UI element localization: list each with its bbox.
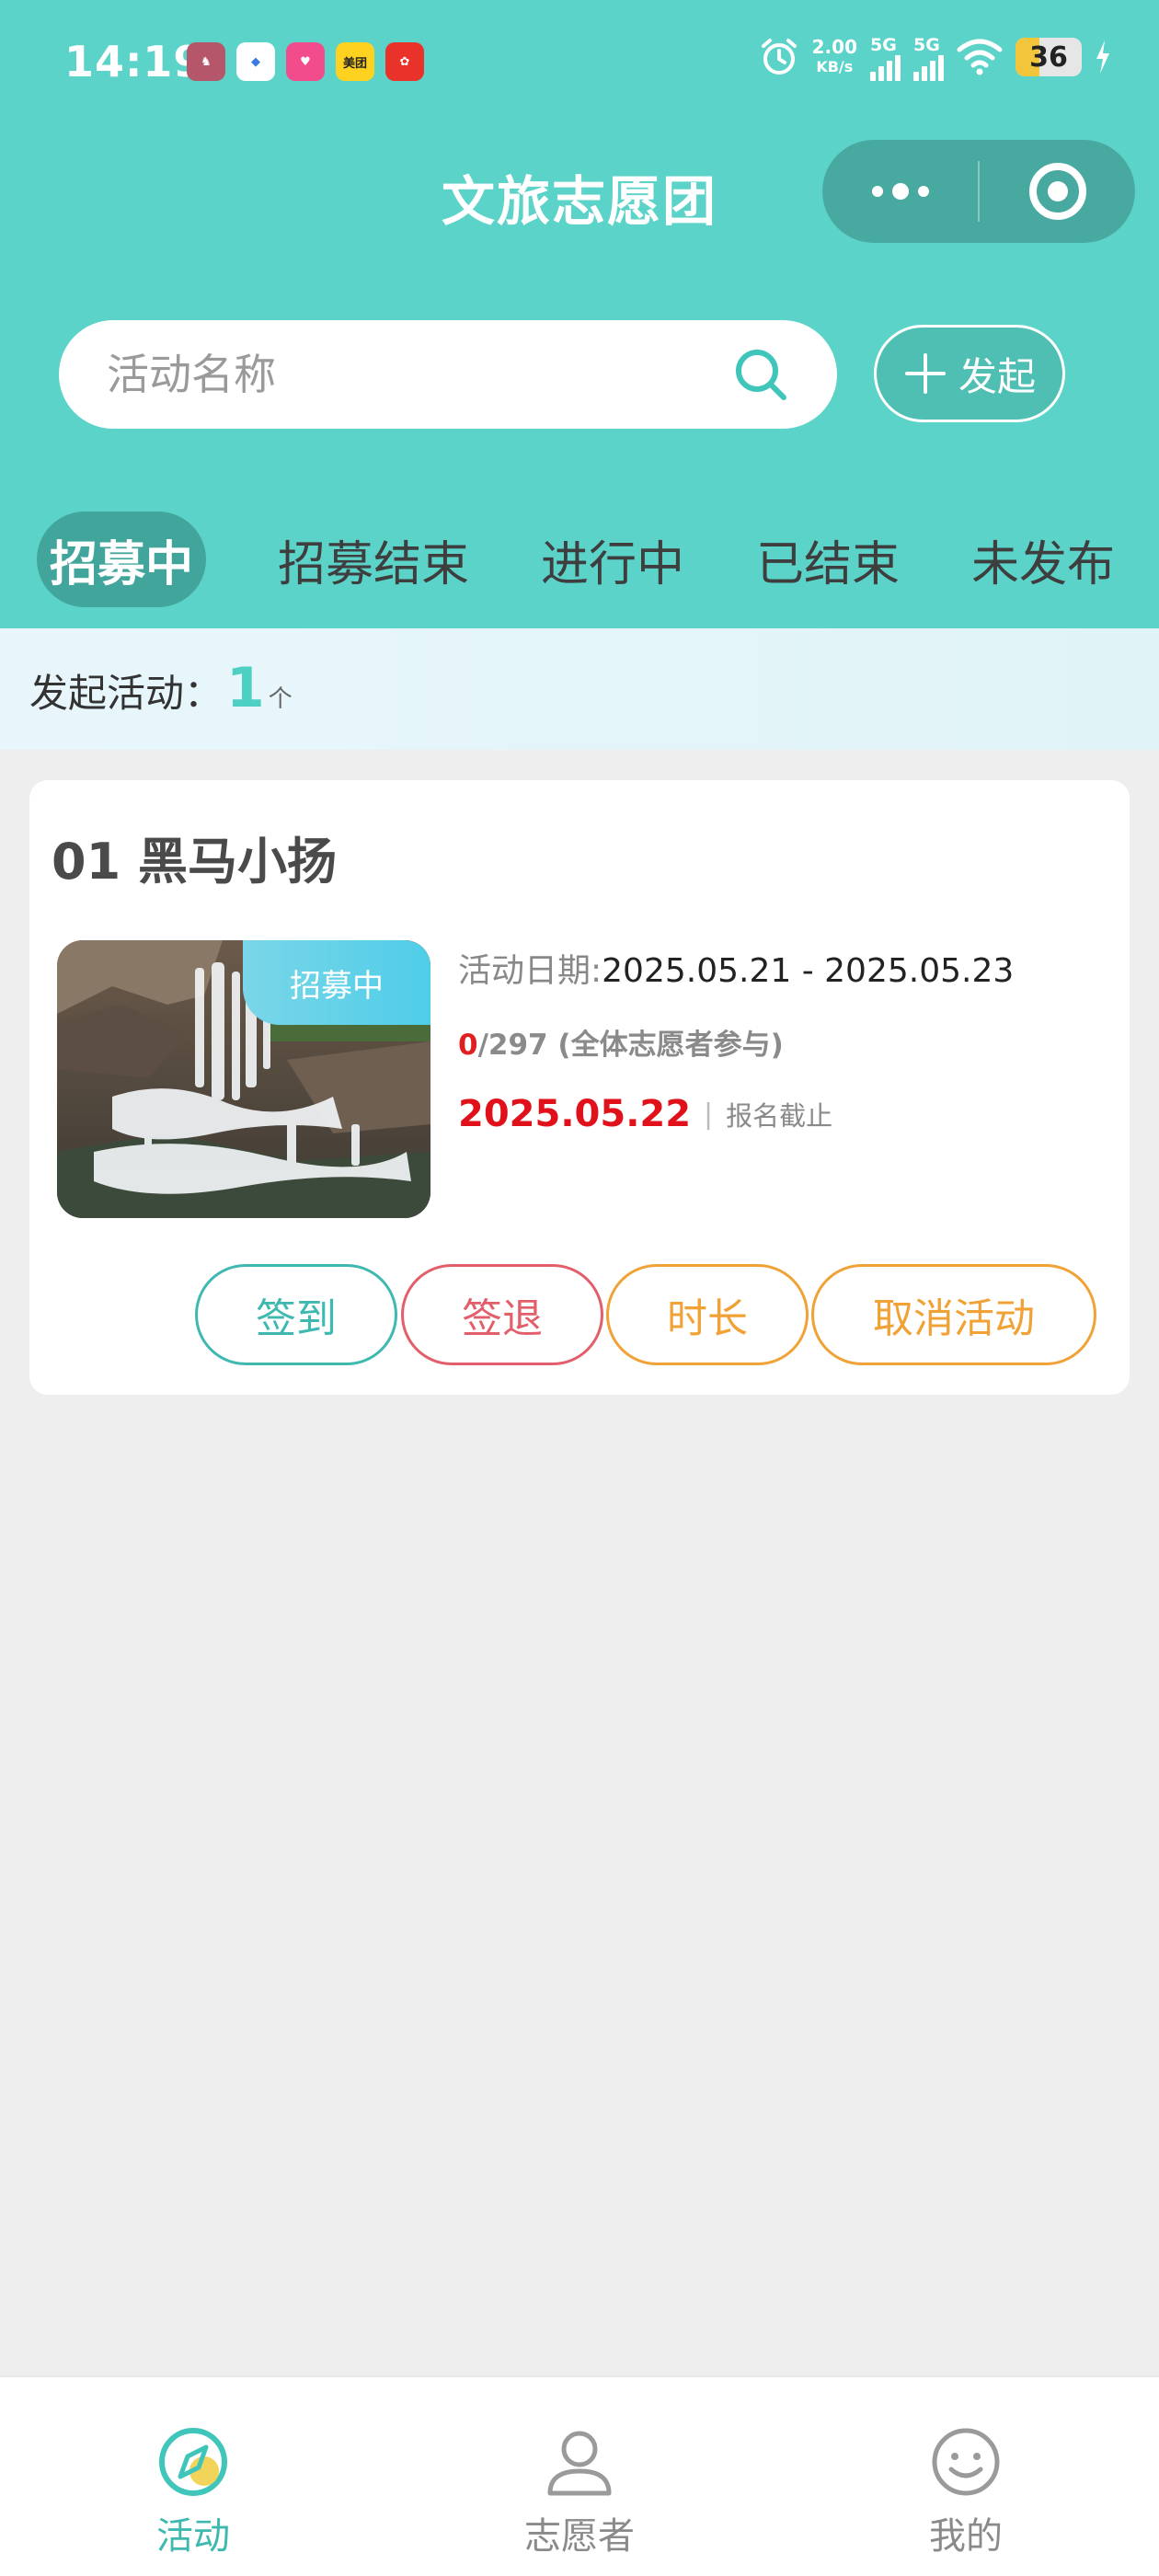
checkin-button[interactable]: 签到 (195, 1264, 397, 1365)
tab-recruit-ended[interactable]: 招募结束 (272, 512, 475, 607)
signal-bars-icon (870, 55, 901, 81)
cancel-activity-button[interactable]: 取消活动 (811, 1264, 1096, 1365)
count-label: 发起活动： (29, 671, 224, 716)
tab-unpublished[interactable]: 未发布 (968, 512, 1119, 607)
enrolled-count: 0 (458, 1029, 478, 1062)
participant-count: 0/297 (全体志愿者参与) (458, 1021, 784, 1063)
count-value: 1 (226, 656, 265, 720)
tab-in-progress[interactable]: 进行中 (537, 512, 688, 607)
more-dots-icon (871, 183, 929, 200)
signal-2: 5G (913, 33, 944, 81)
sim2-label: 5G (913, 35, 940, 55)
tab-ended[interactable]: 已结束 (752, 512, 903, 607)
battery-level: 36 (1029, 40, 1068, 74)
alarm-icon (761, 39, 797, 75)
plus-icon (904, 353, 946, 394)
nav-label: 活动 (156, 2515, 230, 2558)
charging-icon (1096, 40, 1109, 74)
search-icon[interactable] (732, 346, 789, 403)
bottom-nav: 活动 志愿者 我的 (0, 2375, 1159, 2576)
net-speed-unit: KB/s (816, 58, 854, 75)
battery-indicator: 36 (1016, 38, 1082, 76)
start-activity-button[interactable]: 发起 (874, 325, 1065, 422)
count-unit: 个 (268, 685, 293, 713)
nav-label: 我的 (929, 2515, 1003, 2558)
wifi-icon (957, 39, 1003, 75)
search-input[interactable] (107, 350, 732, 399)
more-button[interactable] (822, 140, 978, 243)
status-right: 2.00 KB/s 5G 5G 36 (759, 33, 1111, 81)
app-icon: ◆ (236, 42, 275, 81)
close-miniprogram-button[interactable] (980, 140, 1135, 243)
status-tabs: 招募中 招募结束 进行中 已结束 未发布 (0, 512, 1159, 607)
app-icon: ✿ (385, 42, 424, 81)
activity-card[interactable]: 01 黑马小扬 招募中 活动日期:2025.05.21 - 2025.05.23… (29, 780, 1130, 1395)
net-speed-value: 2.00 (811, 36, 857, 58)
smiley-icon (932, 2428, 1000, 2496)
search-bar (59, 320, 837, 429)
duration-button[interactable]: 时长 (606, 1264, 809, 1365)
status-time: 14:19 (64, 37, 204, 86)
app-icon: ♥ (286, 42, 325, 81)
activity-date: 活动日期:2025.05.21 - 2025.05.23 (458, 944, 1014, 992)
miniprogram-capsule (822, 140, 1135, 243)
activity-title: 01 黑马小扬 (52, 833, 337, 891)
signal-1: 5G (870, 33, 901, 81)
deadline-separator: | (704, 1098, 714, 1131)
start-activity-label: 发起 (958, 353, 1036, 399)
sim1-label: 5G (870, 35, 897, 55)
activity-image[interactable]: 招募中 (57, 940, 430, 1218)
nav-item-activity[interactable]: 活动 (83, 2377, 304, 2576)
activity-count-bar: 发起活动： 1 个 (0, 628, 1159, 750)
status-app-icons: ♞ ◆ ♥ 美团 ✿ (187, 42, 424, 81)
capacity-text: /297 (全体志愿者参与) (477, 1029, 784, 1062)
deadline-date: 2025.05.22 (458, 1093, 692, 1135)
net-speed: 2.00 KB/s (812, 37, 857, 77)
registration-deadline: 2025.05.22 | 报名截止 (458, 1093, 832, 1135)
activity-date-range: 2025.05.21 - 2025.05.23 (602, 952, 1015, 990)
nav-label: 志愿者 (524, 2515, 635, 2558)
activity-date-label: 活动日期: (458, 952, 602, 990)
deadline-label: 报名截止 (726, 1100, 833, 1132)
signal-bars-icon (913, 55, 944, 81)
status-badge: 招募中 (243, 940, 430, 1025)
nav-item-volunteers[interactable]: 志愿者 (469, 2377, 690, 2576)
status-bar: 14:19 ♞ ◆ ♥ 美团 ✿ 2.00 KB/s 5G 5G 36 (0, 0, 1159, 125)
app-icon: ♞ (187, 42, 225, 81)
person-icon (547, 2431, 612, 2496)
compass-icon (159, 2428, 227, 2496)
meituan-icon: 美团 (336, 42, 374, 81)
nav-item-mine[interactable]: 我的 (855, 2377, 1076, 2576)
target-icon (1028, 163, 1086, 220)
checkout-button[interactable]: 签退 (401, 1264, 603, 1365)
tab-recruiting[interactable]: 招募中 (37, 512, 206, 607)
